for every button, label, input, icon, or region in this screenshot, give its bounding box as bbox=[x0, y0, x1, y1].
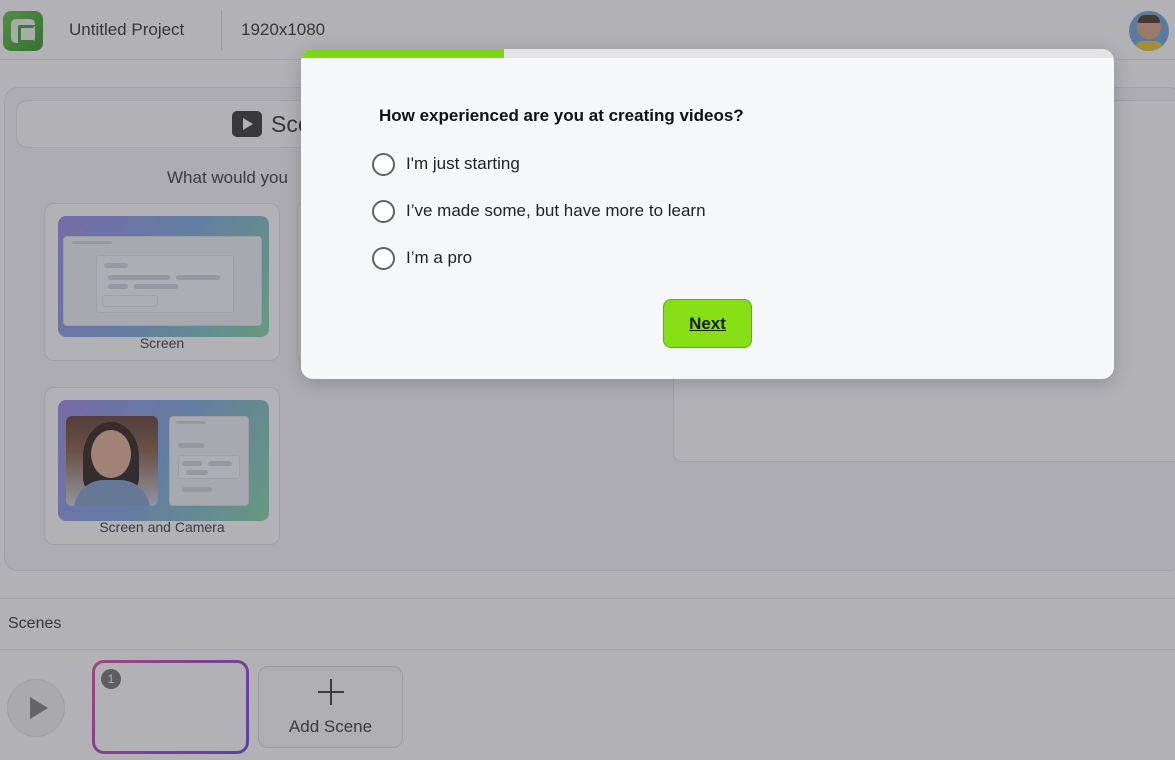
radio-button[interactable] bbox=[372, 199, 395, 223]
option-made-some[interactable]: I’ve made some, but have more to learn bbox=[372, 198, 706, 224]
option-label[interactable]: I'm just starting bbox=[406, 154, 520, 174]
survey-question: How experienced are you at creating vide… bbox=[379, 106, 744, 125]
option-label[interactable]: I’ve made some, but have more to learn bbox=[406, 201, 706, 221]
next-button[interactable]: Next bbox=[663, 299, 752, 348]
experience-survey-dialog: How experienced are you at creating vide… bbox=[301, 49, 1114, 379]
option-label[interactable]: I’m a pro bbox=[406, 248, 472, 268]
option-just-starting[interactable]: I'm just starting bbox=[372, 151, 520, 177]
progress-bar bbox=[301, 49, 1114, 58]
radio-button[interactable] bbox=[372, 246, 395, 270]
radio-button[interactable] bbox=[372, 152, 395, 176]
option-pro[interactable]: I’m a pro bbox=[372, 245, 472, 271]
progress-bar-fill bbox=[301, 49, 505, 58]
